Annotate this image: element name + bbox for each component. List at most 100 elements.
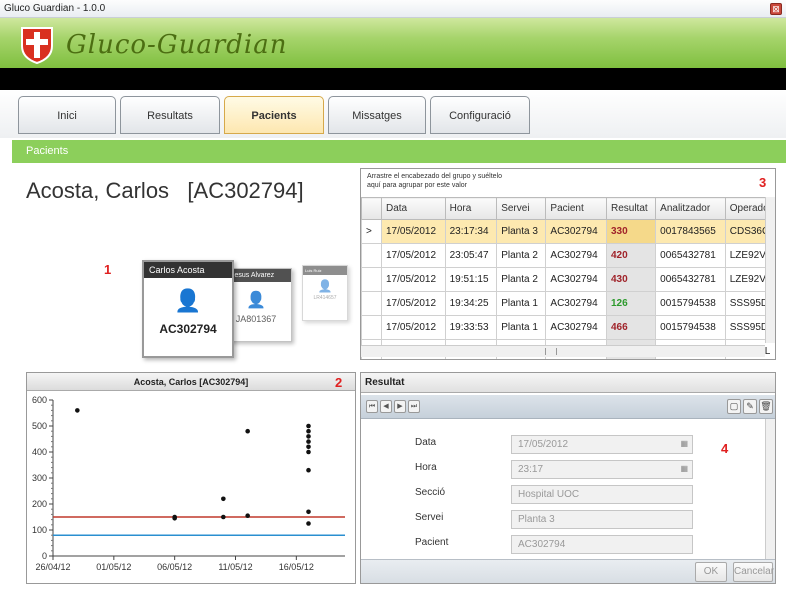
header-divider (0, 68, 786, 90)
cell-resultat: 126 (605, 291, 657, 316)
column-header[interactable]: Analitzador (655, 197, 726, 220)
field-value: Hospital UOC (518, 489, 580, 500)
field-input[interactable]: 23:17 ▦ (511, 460, 693, 479)
patient-card-selected[interactable]: Carlos Acosta 👤 AC302794 (142, 260, 234, 358)
annotation-3: 3 (759, 175, 767, 190)
grid-vertical-scrollbar[interactable] (765, 197, 775, 343)
new-record-icon[interactable]: ▢ (727, 399, 741, 414)
field-value: Planta 3 (518, 514, 555, 525)
data-point (306, 467, 311, 473)
user-icon: 👤 (317, 279, 333, 293)
y-tick-label: 0 (42, 551, 47, 561)
next-record-icon[interactable]: ▶ (394, 400, 406, 413)
row-indicator-header (361, 197, 382, 220)
patient-card[interactable]: Luis Ruiz 👤 LR414657 (302, 265, 348, 321)
prev-record-icon[interactable]: ◀ (380, 400, 392, 413)
cancel-button[interactable]: Cancelar (733, 562, 774, 582)
x-tick-label: 16/05/12 (279, 562, 314, 572)
cell-pacient: AC302794 (545, 267, 607, 292)
delete-record-icon[interactable]: 🗑 (759, 399, 773, 414)
cell-resultat: 330 (605, 219, 657, 244)
x-tick-label: 11/05/12 (218, 562, 252, 572)
column-header[interactable]: Pacient (545, 197, 607, 220)
table-row[interactable]: 17/05/2012 23:05:47 Planta 2 AC302794 420 006… (361, 243, 775, 268)
ok-button[interactable]: OK (695, 562, 727, 582)
data-point (306, 449, 311, 455)
tab-configuracio[interactable]: Configuració (430, 96, 530, 134)
cell-hora: 19:33:53 (444, 315, 498, 340)
calendar-icon[interactable]: ▦ (680, 464, 688, 473)
table-row[interactable]: 17/05/2012 19:33:53 Planta 1 AC302794 466 001… (361, 315, 775, 340)
field-value: 23:17 (518, 464, 544, 475)
cell-analitzador: 0017843565 (655, 219, 726, 244)
field-input[interactable]: Planta 3 (511, 510, 693, 529)
results-grid-panel: Arrastre el encabezado del grupo y suélt… (360, 168, 776, 360)
cell-hora: 19:34:25 (444, 291, 498, 316)
window-title: Gluco Guardian - 1.0.0 (4, 3, 106, 14)
cell-pacient: AC302794 (545, 219, 607, 244)
data-point (75, 408, 80, 413)
cell-data: 17/05/2012 (381, 315, 446, 340)
result-detail-panel: Resultat ⏮ ◀ ▶ ⏭ ▢ ✎ 🗑 4 Data 17/05/2012 ▦… (360, 372, 776, 584)
tab-pacients[interactable]: Pacients (224, 96, 324, 134)
card-name: Luis Ruiz (303, 266, 347, 275)
row-indicator (361, 315, 382, 340)
card-name: Carlos Acosta (144, 262, 232, 278)
close-icon[interactable]: ⊠ (770, 3, 782, 15)
cell-analitzador: 0015794538 (655, 315, 726, 340)
data-point (306, 509, 311, 515)
row-indicator: > (361, 219, 382, 244)
result-footer: OK Cancelar (361, 559, 775, 583)
y-tick-label: 200 (32, 499, 47, 509)
column-header[interactable]: Resultat (605, 197, 657, 220)
table-row[interactable]: 17/05/2012 19:34:25 Planta 1 AC302794 126 001… (361, 291, 775, 316)
scroll-thumb[interactable] (545, 348, 557, 355)
column-header[interactable]: Data (381, 197, 446, 220)
cell-analitzador: 0065432781 (655, 267, 726, 292)
section-bar: Pacients (12, 140, 786, 163)
data-point (306, 428, 311, 434)
cell-data: 17/05/2012 (381, 219, 446, 244)
field-input[interactable]: 17/05/2012 ▦ (511, 435, 693, 454)
column-header[interactable]: Servei (496, 197, 547, 220)
cell-hora: 23:17:34 (444, 219, 498, 244)
card-code: AC302794 (159, 322, 217, 336)
column-header[interactable]: Hora (444, 197, 498, 220)
table-row[interactable]: >17/05/2012 23:17:34 Planta 3 AC302794 330 00… (361, 219, 775, 244)
tab-inici[interactable]: Inici (18, 96, 116, 134)
y-tick-label: 400 (32, 447, 47, 457)
data-point (306, 423, 311, 429)
tab-resultats[interactable]: Resultats (120, 96, 220, 134)
field-input[interactable]: Hospital UOC (511, 485, 693, 504)
calendar-icon[interactable]: ▦ (680, 439, 688, 448)
data-point (306, 521, 311, 526)
data-point (221, 496, 226, 502)
cell-servei: Planta 1 (496, 291, 547, 316)
result-vertical-scrollbar[interactable] (765, 419, 775, 559)
grid-horizontal-scrollbar[interactable] (361, 345, 765, 357)
x-tick-label: 06/05/12 (157, 562, 192, 572)
first-record-icon[interactable]: ⏮ (366, 400, 378, 413)
patient-code: [AC302794] (187, 178, 304, 203)
y-tick-label: 100 (32, 525, 47, 535)
glucose-chart-panel: Acosta, Carlos [AC302794] 2 0 100 200 300 40… (26, 372, 356, 584)
cell-resultat: 430 (605, 267, 657, 292)
cell-data: 17/05/2012 (381, 267, 446, 292)
field-input[interactable]: AC302794 (511, 535, 693, 554)
table-row[interactable]: 17/05/2012 19:51:15 Planta 2 AC302794 430 006… (361, 267, 775, 292)
tab-missatges[interactable]: Missatges (328, 96, 426, 134)
row-indicator (361, 243, 382, 268)
field-label: Pacient (415, 537, 449, 548)
x-tick-label: 26/04/12 (35, 562, 70, 572)
cell-servei: Planta 2 (496, 267, 547, 292)
y-tick-label: 500 (32, 421, 47, 431)
edit-record-icon[interactable]: ✎ (743, 399, 757, 414)
cell-data: 17/05/2012 (381, 291, 446, 316)
field-value: AC302794 (518, 539, 566, 550)
last-record-icon[interactable]: ⏭ (408, 400, 420, 413)
section-title: Pacients (26, 145, 69, 157)
cell-pacient: AC302794 (545, 243, 607, 268)
cell-servei: Planta 3 (496, 219, 547, 244)
chart-title: Acosta, Carlos [AC302794] (27, 373, 355, 391)
cell-data: 17/05/2012 (381, 243, 446, 268)
